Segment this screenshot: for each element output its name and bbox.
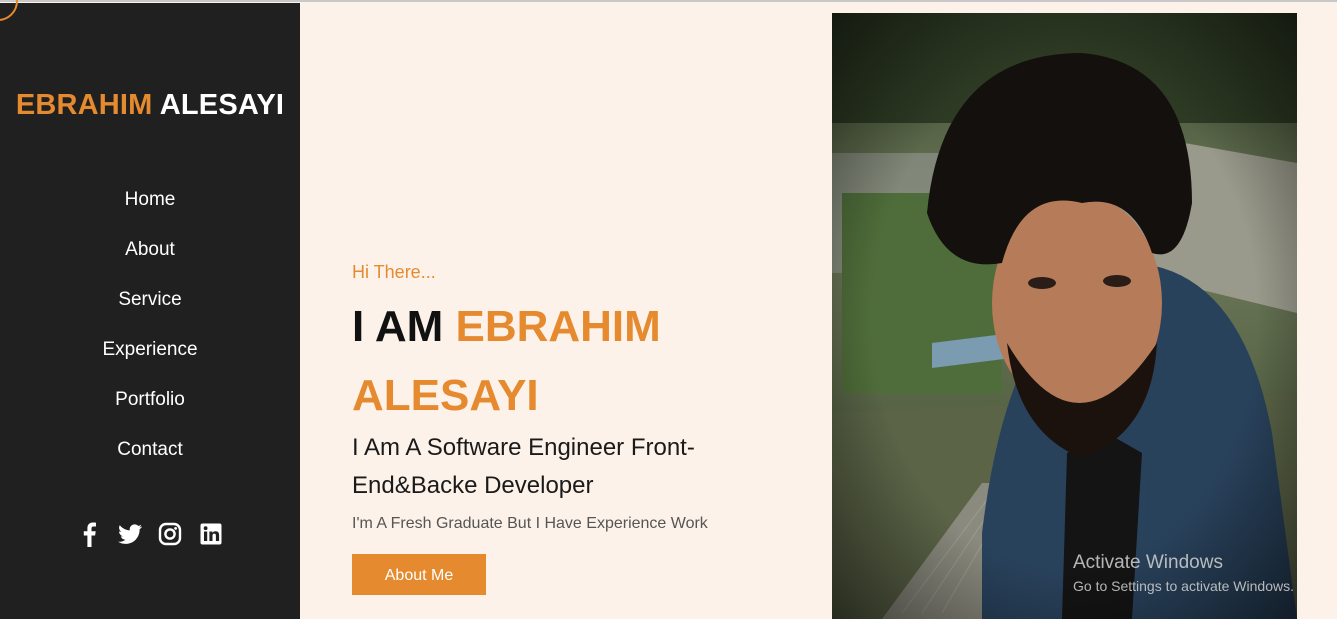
site-logo[interactable]: EBRAHIM ALESAYI xyxy=(0,89,300,122)
logo-last-name: ALESAYI xyxy=(159,89,285,121)
nav-service[interactable]: Service xyxy=(0,286,300,336)
nav-experience[interactable]: Experience xyxy=(0,336,300,386)
nav-contact[interactable]: Contact xyxy=(0,436,300,486)
main-nav: Home About Service Experience Portfolio … xyxy=(0,186,300,486)
headline-prefix: I AM xyxy=(352,302,444,351)
about-me-button[interactable]: About Me xyxy=(352,554,486,595)
sidebar: EBRAHIM ALESAYI Home About Service Exper… xyxy=(0,0,300,619)
hero-greeting: Hi There... xyxy=(352,262,436,282)
nav-home[interactable]: Home xyxy=(0,186,300,236)
hero-subtitle: I'm A Fresh Graduate But I Have Experien… xyxy=(352,515,708,532)
linkedin-icon[interactable] xyxy=(198,521,224,547)
decorative-circle xyxy=(0,0,18,21)
hero-role: I Am A Software Engineer Front-End&Backe… xyxy=(352,434,695,499)
watermark-subtitle: Go to Settings to activate Windows. xyxy=(1073,578,1294,594)
facebook-icon[interactable] xyxy=(76,521,102,547)
top-border xyxy=(0,0,1337,2)
nav-about[interactable]: About xyxy=(0,236,300,286)
logo-first-name: EBRAHIM xyxy=(15,89,153,121)
activate-windows-watermark: Activate Windows Go to Settings to activ… xyxy=(1073,552,1294,596)
hero-headline: I AM EBRAHIM ALESAYI xyxy=(352,292,772,430)
watermark-title: Activate Windows xyxy=(1073,552,1223,573)
instagram-icon[interactable] xyxy=(157,521,183,547)
profile-photo xyxy=(832,13,1297,619)
social-links xyxy=(0,521,300,547)
twitter-icon[interactable] xyxy=(117,521,143,547)
nav-portfolio[interactable]: Portfolio xyxy=(0,386,300,436)
